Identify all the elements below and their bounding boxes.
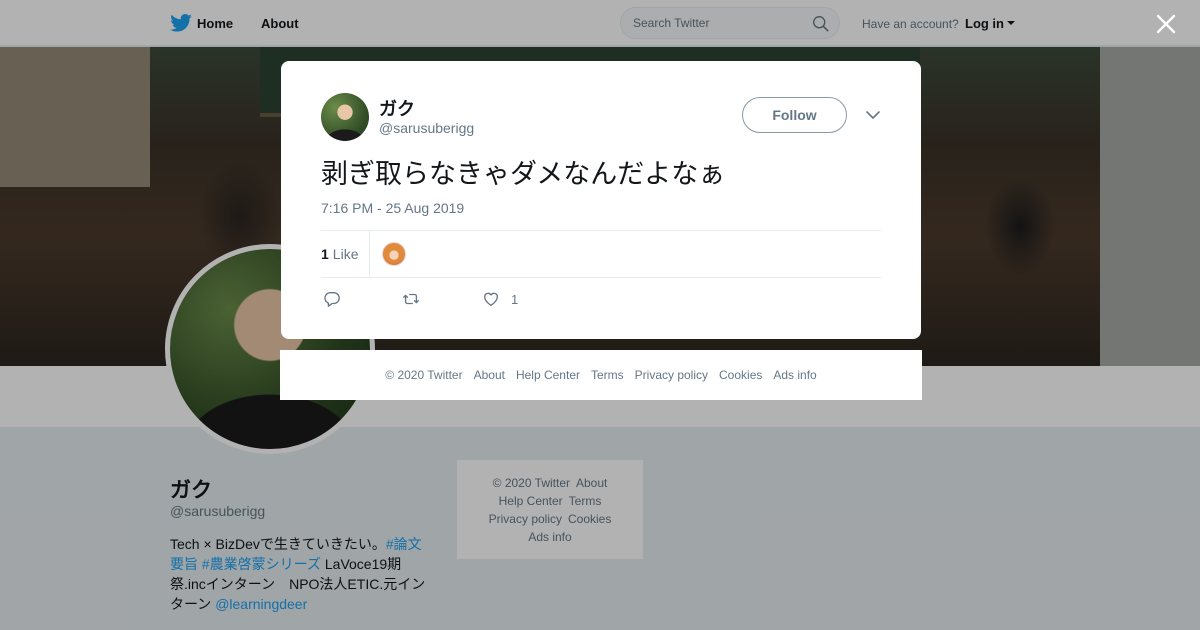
tweet-text: 剥ぎ取らなきゃダメなんだよなぁ [321,159,726,190]
divider [321,230,881,231]
footer-privacy-link[interactable]: Privacy policy [635,368,708,382]
footer-help-link[interactable]: Help Center [516,368,580,382]
liker-avatar[interactable] [382,242,406,266]
likes-count: 1 [321,246,329,262]
footer-copyright: © 2020 Twitter [385,368,463,382]
like-action-count: 1 [511,292,519,307]
modal-footer: © 2020 Twitter About Help Center Terms P… [280,350,922,400]
likes-stat[interactable]: 1 Like [321,246,358,262]
footer-about-link[interactable]: About [474,368,505,382]
likes-label: Like [332,246,359,262]
footer-terms-link[interactable]: Terms [591,368,624,382]
follow-button[interactable]: Follow [742,97,847,133]
chevron-down-icon[interactable] [866,110,880,120]
tweet-timestamp[interactable]: 7:16 PM - 25 Aug 2019 [321,200,464,216]
divider [321,277,881,278]
close-icon[interactable] [1156,14,1176,34]
tweet-author-handle[interactable]: @sarusuberigg [379,120,474,136]
footer-ads-link[interactable]: Ads info [773,368,816,382]
retweet-icon[interactable] [402,290,420,308]
divider [369,231,370,277]
tweet-author-avatar[interactable] [321,93,369,141]
tweet-author-name[interactable]: ガク [379,95,415,121]
reply-icon[interactable] [323,290,341,308]
heart-icon[interactable] [482,290,500,308]
footer-cookies-link[interactable]: Cookies [719,368,762,382]
tweet-card: ガク @sarusuberigg Follow 剥ぎ取らなきゃダメなんだよなぁ … [281,61,921,339]
